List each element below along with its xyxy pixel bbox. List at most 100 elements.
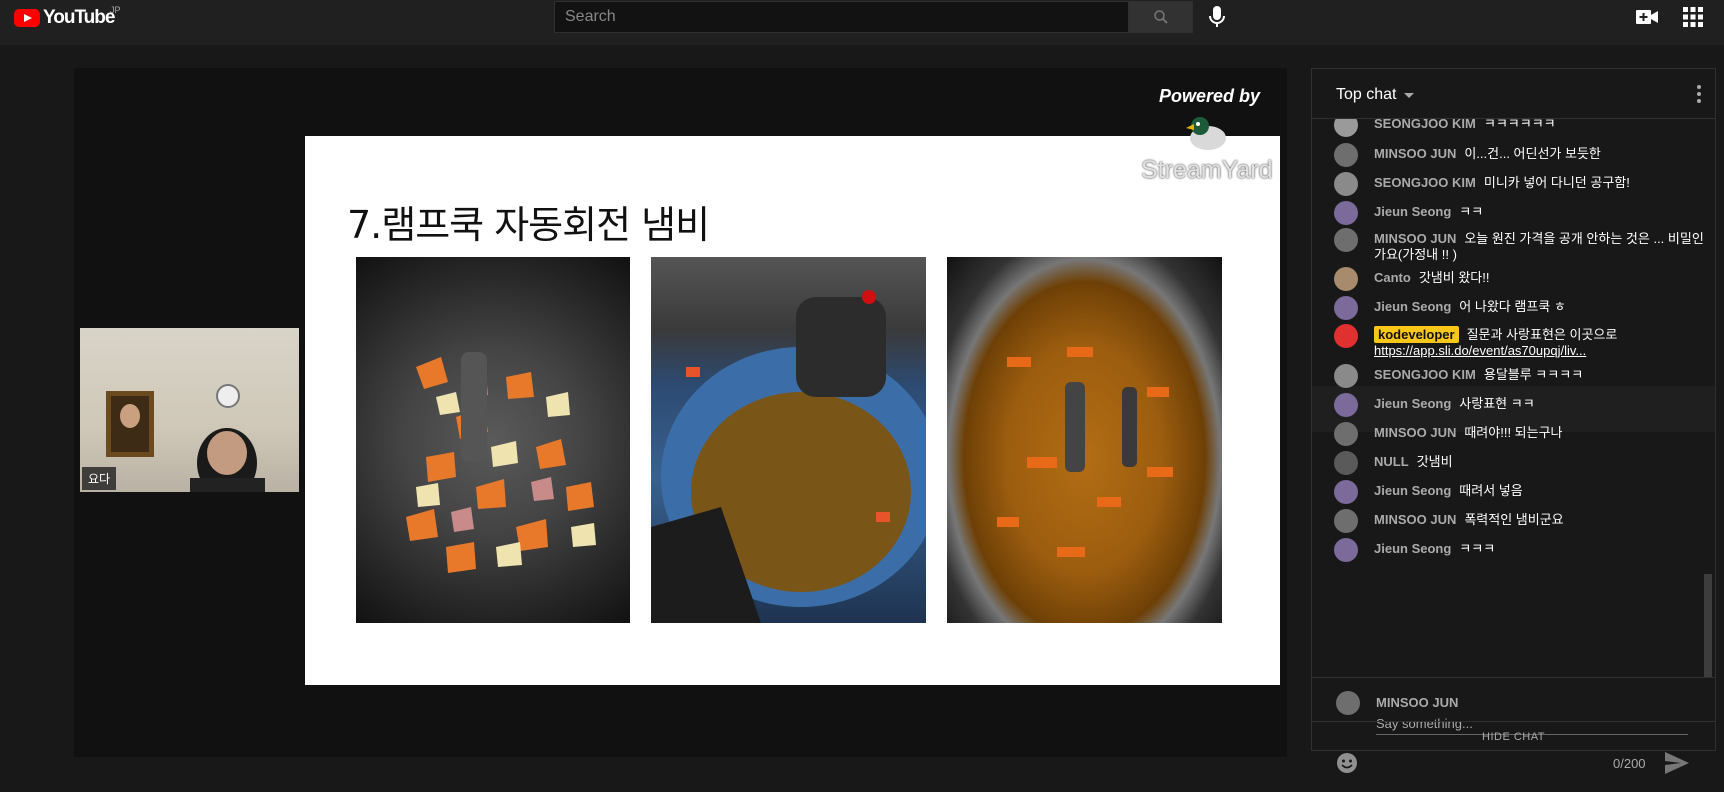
chat-author[interactable]: MINSOO JUN <box>1374 146 1456 161</box>
chat-message-body: NULL 갓냄비 <box>1374 454 1453 470</box>
hide-chat-button[interactable]: HIDE CHAT <box>1312 721 1715 751</box>
chat-author[interactable]: Jieun Seong <box>1374 541 1451 556</box>
chat-message-body: MINSOO JUN 오늘 원진 가격을 공개 안하는 것은 ... 비밀인가요(… <box>1374 231 1704 263</box>
chat-message-body: Jieun Seong 때려서 넣음 <box>1374 483 1523 499</box>
avatar[interactable] <box>1334 201 1358 225</box>
chat-message[interactable]: Jieun Seong ㅋㅋㅋ <box>1334 538 1704 562</box>
avatar[interactable] <box>1334 422 1358 446</box>
chat-text: ㅋㅋㅋㅋㅋㅋ <box>1483 119 1556 131</box>
slide-photo-pot-lid <box>651 257 926 623</box>
apps-icon[interactable] <box>1683 7 1703 27</box>
emoji-icon[interactable] <box>1336 752 1358 774</box>
chat-author[interactable]: Jieun Seong <box>1374 299 1451 314</box>
avatar[interactable] <box>1334 393 1358 417</box>
chat-message-body: Jieun Seong ㅋㅋ <box>1374 204 1483 220</box>
chat-text: 미니카 넣어 다니던 공구함! <box>1483 175 1630 190</box>
avatar[interactable] <box>1334 451 1358 475</box>
chat-message[interactable]: SEONGJOO KIM 미니카 넣어 다니던 공구함! <box>1334 172 1704 196</box>
more-options-icon[interactable] <box>1697 85 1701 103</box>
chat-message-list[interactable]: SEONGJOO KIM ㅋㅋㅋㅋㅋㅋ MINSOO JUN 이...건... 어딘선… <box>1312 119 1715 677</box>
search-button[interactable] <box>1129 1 1193 33</box>
chat-text: 어 나왔다 램프쿡 ㅎ <box>1459 299 1566 314</box>
chat-message[interactable]: NULL 갓냄비 <box>1334 451 1704 475</box>
top-bar: YouTube JP <box>0 0 1724 45</box>
avatar[interactable] <box>1334 324 1358 348</box>
chat-author[interactable]: Jieun Seong <box>1374 396 1451 411</box>
logo-region: JP <box>110 5 121 15</box>
chat-author[interactable]: kodeveloper <box>1374 326 1459 343</box>
chat-message-body: MINSOO JUN 이...건... 어딘선가 보듯한 <box>1374 146 1601 162</box>
chat-text: 갓냄비 왔다!! <box>1418 270 1490 285</box>
avatar[interactable] <box>1334 228 1358 252</box>
mic-icon[interactable] <box>1207 5 1227 29</box>
chat-author[interactable]: MINSOO JUN <box>1374 512 1456 527</box>
live-chat-panel: Top chat SEONGJOO KIM ㅋㅋㅋㅋㅋㅋ MINSOO JUN 이..… <box>1311 68 1716 774</box>
search-input[interactable] <box>555 2 1128 32</box>
chat-author[interactable]: Jieun Seong <box>1374 483 1451 498</box>
presenter-camera: 요다 <box>80 328 299 492</box>
chat-author[interactable]: NULL <box>1374 454 1409 469</box>
chat-text: 때려서 넣음 <box>1459 483 1523 498</box>
avatar[interactable] <box>1334 296 1358 320</box>
send-icon[interactable] <box>1665 752 1689 774</box>
chat-author[interactable]: Jieun Seong <box>1374 204 1451 219</box>
avatar[interactable] <box>1334 538 1358 562</box>
chat-message-body: SEONGJOO KIM ㅋㅋㅋㅋㅋㅋ <box>1374 119 1556 132</box>
chat-link[interactable]: https://app.sli.do/event/as70upqj/liv... <box>1374 343 1586 358</box>
chat-message[interactable]: SEONGJOO KIM ㅋㅋㅋㅋㅋㅋ <box>1334 119 1704 137</box>
youtube-play-icon <box>14 9 40 27</box>
chat-message[interactable]: Jieun Seong 때려서 넣음 <box>1334 480 1704 504</box>
chat-header: Top chat <box>1312 69 1715 119</box>
chat-text: ㅋㅋ <box>1459 204 1484 219</box>
search-box <box>554 1 1129 33</box>
chat-author[interactable]: SEONGJOO KIM <box>1374 367 1476 382</box>
presentation-slide: 7.램프쿡 자동회전 냄비 <box>305 136 1280 685</box>
chat-text: 질문과 사랑표현은 이곳으로 <box>1466 327 1618 342</box>
chat-message-body: kodeveloper 질문과 사랑표현은 이곳으로 https://app.sl… <box>1374 326 1704 359</box>
avatar[interactable] <box>1334 509 1358 533</box>
chat-message[interactable]: MINSOO JUN 폭력적인 냄비군요 <box>1334 509 1704 533</box>
chat-message-body: MINSOO JUN 때려야!!! 되는구나 <box>1374 425 1563 441</box>
slide-title: 7.램프쿡 자동회전 냄비 <box>347 203 710 247</box>
chat-message[interactable]: Canto 갓냄비 왔다!! <box>1334 267 1704 291</box>
avatar[interactable] <box>1334 119 1358 137</box>
chat-text: 이...건... 어딘선가 보듯한 <box>1464 146 1601 161</box>
chat-message[interactable]: Jieun Seong 어 나왔다 램프쿡 ㅎ <box>1334 296 1704 320</box>
chat-author[interactable]: MINSOO JUN <box>1374 425 1456 440</box>
avatar[interactable] <box>1334 480 1358 504</box>
avatar[interactable] <box>1334 267 1358 291</box>
chat-author[interactable]: Canto <box>1374 270 1411 285</box>
chat-message-body: Jieun Seong ㅋㅋㅋ <box>1374 541 1495 557</box>
chat-mode-dropdown[interactable]: Top chat <box>1336 86 1415 104</box>
chat-message[interactable]: Jieun Seong ㅋㅋ <box>1334 201 1704 225</box>
chat-text: 때려야!!! 되는구나 <box>1464 425 1563 440</box>
search-icon <box>1154 10 1168 24</box>
chat-scrollbar[interactable] <box>1704 574 1712 677</box>
chat-author[interactable]: SEONGJOO KIM <box>1374 175 1476 190</box>
current-user-name: MINSOO JUN <box>1376 695 1459 710</box>
avatar[interactable] <box>1334 364 1358 388</box>
chat-message[interactable]: MINSOO JUN 이...건... 어딘선가 보듯한 <box>1334 143 1704 167</box>
chat-message-body: MINSOO JUN 폭력적인 냄비군요 <box>1374 512 1564 528</box>
chat-message[interactable]: MINSOO JUN 오늘 원진 가격을 공개 안하는 것은 ... 비밀인가요(… <box>1334 228 1704 263</box>
streamyard-label: StreamYard <box>1141 156 1273 184</box>
avatar[interactable] <box>1334 172 1358 196</box>
avatar <box>1336 691 1360 715</box>
chat-author[interactable]: SEONGJOO KIM <box>1374 119 1476 131</box>
powered-by-label: Powered by <box>1159 86 1261 106</box>
chat-message[interactable]: Jieun Seong 사랑표현 ㅋㅋ <box>1334 393 1704 417</box>
chat-message[interactable]: SEONGJOO KIM 용달블루 ㅋㅋㅋㅋ <box>1334 364 1704 388</box>
chat-author[interactable]: MINSOO JUN <box>1374 231 1456 246</box>
chat-text: 사랑표현 ㅋㅋ <box>1459 396 1535 411</box>
chat-text: 폭력적인 냄비군요 <box>1464 512 1564 527</box>
create-video-icon[interactable] <box>1636 8 1658 26</box>
chat-text: 갓냄비 <box>1416 454 1453 469</box>
avatar[interactable] <box>1334 143 1358 167</box>
streamyard-duck-logo <box>1186 117 1226 150</box>
chat-message[interactable]: kodeveloper 질문과 사랑표현은 이곳으로 https://app.sl… <box>1334 324 1704 359</box>
chat-message[interactable]: MINSOO JUN 때려야!!! 되는구나 <box>1334 422 1704 446</box>
caret-down-icon <box>1404 92 1415 98</box>
youtube-logo[interactable]: YouTube JP <box>14 5 121 29</box>
chat-message-body: Jieun Seong 사랑표현 ㅋㅋ <box>1374 396 1535 412</box>
slide-photo-curry <box>947 257 1222 623</box>
